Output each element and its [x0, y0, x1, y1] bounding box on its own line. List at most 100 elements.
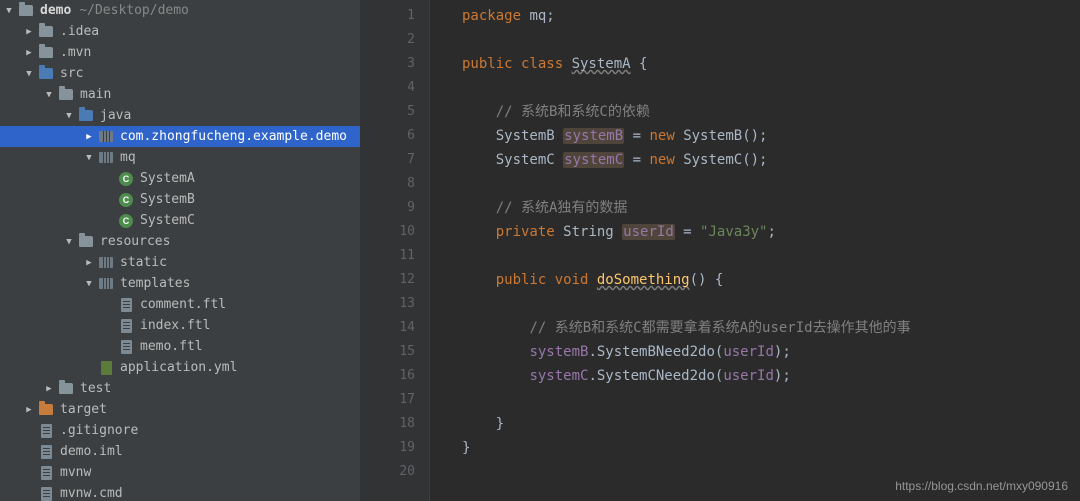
- chevron-right-icon[interactable]: ▶: [24, 405, 34, 415]
- code-line[interactable]: }: [462, 436, 1080, 460]
- java-class-icon: C: [118, 171, 134, 187]
- code-line[interactable]: package mq;: [462, 4, 1080, 28]
- code-line[interactable]: [462, 172, 1080, 196]
- tree-node-label: templates: [118, 276, 190, 291]
- tree-node[interactable]: ▼ mq: [0, 147, 360, 168]
- tree-node[interactable]: ▶memo.ftl: [0, 336, 360, 357]
- line-number: 1: [360, 4, 415, 28]
- project-tree[interactable]: ▼demo~/Desktop/demo▶.idea▶.mvn▼src▼main▼…: [0, 0, 360, 501]
- tree-node[interactable]: ▶.idea: [0, 21, 360, 42]
- code-line[interactable]: [462, 292, 1080, 316]
- line-number: 12: [360, 268, 415, 292]
- tree-node[interactable]: ▶application.yml: [0, 357, 360, 378]
- tree-node[interactable]: ▶demo.iml: [0, 441, 360, 462]
- chevron-right-icon[interactable]: ▶: [44, 384, 54, 394]
- tree-node[interactable]: ▶CSystemA: [0, 168, 360, 189]
- code-line[interactable]: public class SystemA {: [462, 52, 1080, 76]
- tree-node-label: mq: [118, 150, 136, 165]
- code-line[interactable]: }: [462, 412, 1080, 436]
- tree-node[interactable]: ▶comment.ftl: [0, 294, 360, 315]
- tree-node[interactable]: ▶CSystemC: [0, 210, 360, 231]
- line-number: 13: [360, 292, 415, 316]
- package-icon: [98, 276, 114, 292]
- code-token: // 系统B和系统C都需要拿着系统A的userId去操作其他的事: [529, 320, 910, 336]
- chevron-right-icon[interactable]: ▶: [24, 27, 34, 37]
- code-token: );: [774, 368, 791, 384]
- chevron-down-icon[interactable]: ▼: [4, 6, 14, 16]
- line-number: 7: [360, 148, 415, 172]
- tree-node[interactable]: ▶CSystemB: [0, 189, 360, 210]
- tree-node[interactable]: ▼src: [0, 63, 360, 84]
- tree-node-label: main: [78, 87, 111, 102]
- code-line[interactable]: systemC.SystemCNeed2do(userId);: [462, 364, 1080, 388]
- folder-icon: [38, 45, 54, 61]
- tree-node-label: SystemC: [138, 213, 195, 228]
- tree-node[interactable]: ▶target: [0, 399, 360, 420]
- tree-node[interactable]: ▶mvnw.cmd: [0, 483, 360, 501]
- code-token: // 系统B和系统C的依赖: [496, 104, 650, 120]
- code-line[interactable]: // 系统A独有的数据: [462, 196, 1080, 220]
- tree-node[interactable]: ▼resources: [0, 231, 360, 252]
- code-token: userId: [723, 368, 774, 384]
- code-token: doSomething: [597, 272, 690, 288]
- code-token: }: [462, 416, 504, 432]
- code-line[interactable]: [462, 388, 1080, 412]
- code-token: {: [631, 56, 648, 72]
- code-line[interactable]: [462, 244, 1080, 268]
- chevron-right-icon[interactable]: ▶: [84, 258, 94, 268]
- chevron-down-icon[interactable]: ▼: [24, 69, 34, 79]
- code-line[interactable]: SystemC systemC = new SystemC();: [462, 148, 1080, 172]
- code-token: SystemB: [496, 128, 563, 144]
- tree-node[interactable]: ▶static: [0, 252, 360, 273]
- tree-node[interactable]: ▶mvnw: [0, 462, 360, 483]
- chevron-down-icon[interactable]: ▼: [64, 237, 74, 247]
- chevron-down-icon[interactable]: ▼: [44, 90, 54, 100]
- tree-node[interactable]: ▶.gitignore: [0, 420, 360, 441]
- code-line[interactable]: [462, 28, 1080, 52]
- folder-icon: [38, 402, 54, 418]
- code-editor[interactable]: 1234567891011121314151617181920 package …: [360, 0, 1080, 501]
- yaml-file-icon: [98, 360, 114, 376]
- code-token: );: [774, 344, 791, 360]
- code-line[interactable]: public void doSomething() {: [462, 268, 1080, 292]
- tree-node[interactable]: ▶test: [0, 378, 360, 399]
- code-line[interactable]: [462, 76, 1080, 100]
- tree-node[interactable]: ▶ com.zhongfucheng.example.demo: [0, 126, 360, 147]
- chevron-down-icon[interactable]: ▼: [64, 111, 74, 121]
- tree-node-path: ~/Desktop/demo: [79, 3, 189, 18]
- folder-icon: [18, 3, 34, 19]
- code-line[interactable]: private String userId = "Java3y";: [462, 220, 1080, 244]
- line-number: 15: [360, 340, 415, 364]
- line-number: 9: [360, 196, 415, 220]
- code-area[interactable]: package mq; public class SystemA { // 系统B…: [430, 0, 1080, 501]
- folder-icon: [38, 66, 54, 82]
- tree-node[interactable]: ▼ main: [0, 84, 360, 105]
- file-icon: [38, 486, 54, 501]
- package-icon: [98, 129, 114, 145]
- code-line[interactable]: SystemB systemB = new SystemB();: [462, 124, 1080, 148]
- code-token: }: [462, 440, 470, 456]
- tree-node[interactable]: ▶index.ftl: [0, 315, 360, 336]
- code-token: // 系统A独有的数据: [496, 200, 628, 216]
- package-icon: [98, 150, 114, 166]
- tree-node[interactable]: ▼ templates: [0, 273, 360, 294]
- code-line[interactable]: systemB.SystemBNeed2do(userId);: [462, 340, 1080, 364]
- code-token: ;: [767, 224, 775, 240]
- line-number: 4: [360, 76, 415, 100]
- chevron-down-icon[interactable]: ▼: [84, 279, 94, 289]
- chevron-right-icon[interactable]: ▶: [84, 132, 94, 142]
- tree-node[interactable]: ▶.mvn: [0, 42, 360, 63]
- code-token: [462, 368, 529, 384]
- line-number: 10: [360, 220, 415, 244]
- line-number: 11: [360, 244, 415, 268]
- tree-node-label: com.zhongfucheng.example.demo: [118, 129, 347, 144]
- line-number: 6: [360, 124, 415, 148]
- chevron-right-icon[interactable]: ▶: [24, 48, 34, 58]
- tree-node[interactable]: ▼demo~/Desktop/demo: [0, 0, 360, 21]
- chevron-down-icon[interactable]: ▼: [84, 153, 94, 163]
- code-token: userId: [622, 224, 675, 240]
- file-icon: [118, 318, 134, 334]
- code-line[interactable]: // 系统B和系统C的依赖: [462, 100, 1080, 124]
- tree-node[interactable]: ▼java: [0, 105, 360, 126]
- code-line[interactable]: // 系统B和系统C都需要拿着系统A的userId去操作其他的事: [462, 316, 1080, 340]
